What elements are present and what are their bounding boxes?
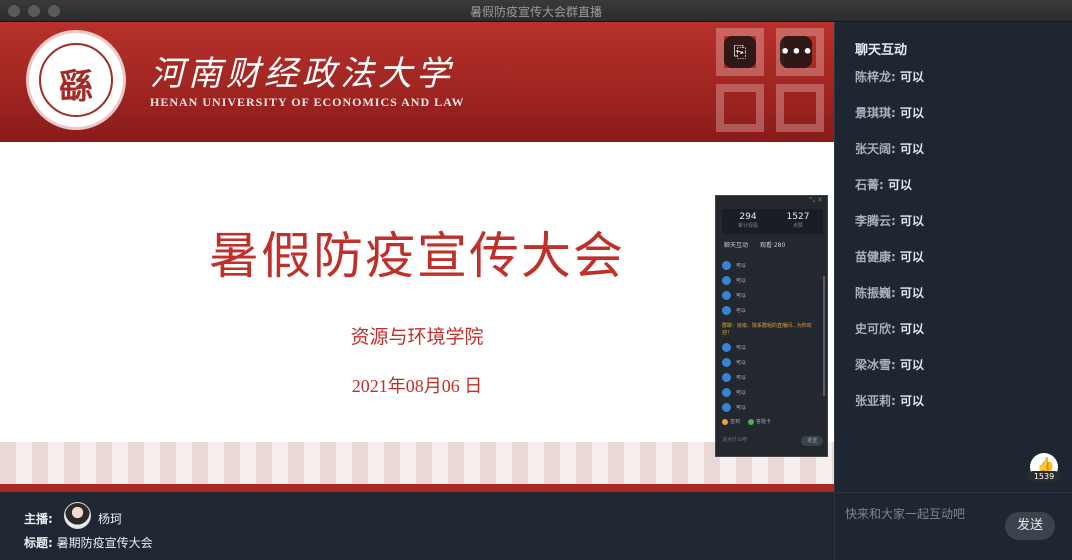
mini-chat-row: 可以 xyxy=(722,273,820,288)
mini-avatar-icon xyxy=(722,306,731,315)
chat-username: 李腾云: xyxy=(855,214,896,228)
chat-divider xyxy=(835,492,1072,493)
live-stream-window: 暑假防疫宣传大会群直播 繇 河南财经政法大学 HENAN UNIVERSITY … xyxy=(0,0,1072,560)
mini-avatar-icon xyxy=(722,373,731,382)
stream-title-value: 暑期防疫宣传大会 xyxy=(56,536,153,550)
mini-chat-row: 可以 xyxy=(722,370,820,385)
chat-panel: 聊天互动 陈梓龙: 可以 景琪琪: 可以 张天阔: 可以 石菁: 可以 李腾云:… xyxy=(834,22,1072,560)
slide-footer-stripe xyxy=(0,484,834,492)
chat-username: 景琪琪: xyxy=(855,106,896,120)
embedded-live-window-thumbnail: ⤡ ✕ 294 累计观看 1527 点赞 聊天互动 观看·280 可以 可以 可以 … xyxy=(715,195,828,457)
host-label: 主播: xyxy=(24,512,53,526)
seal-emblem: 繇 xyxy=(59,67,93,107)
more-options-icon[interactable]: ••• xyxy=(780,36,813,68)
chat-username: 陈振巍: xyxy=(855,286,896,300)
mini-avatar-icon xyxy=(722,276,731,285)
mini-chat-row: 可以 xyxy=(722,340,820,355)
mini-chat-row: 可以 xyxy=(722,303,820,318)
chat-text: 可以 xyxy=(900,394,925,408)
mini-chat-row: 可以 xyxy=(722,385,820,400)
chat-text: 可以 xyxy=(900,286,925,300)
stream-title-label: 标题: xyxy=(24,536,53,550)
mini-avatar-icon xyxy=(722,388,731,397)
title-bar: 暑假防疫宣传大会群直播 xyxy=(0,0,1072,22)
chat-header: 聊天互动 xyxy=(855,43,908,58)
slide-date: 2021年08月06 日 xyxy=(351,376,483,396)
seal-ring: 繇 xyxy=(39,43,113,117)
mini-window-controls: ⤡ ✕ xyxy=(809,196,823,204)
mini-tabs: 聊天互动 观看·280 xyxy=(724,240,795,249)
chat-text: 可以 xyxy=(900,250,925,264)
mini-tab-viewers: 观看·280 xyxy=(759,242,786,249)
chat-username: 石菁: xyxy=(855,178,884,192)
mini-avatar-icon xyxy=(722,261,731,270)
chat-username: 史可欣: xyxy=(855,322,896,336)
mini-stat-views: 294 累计观看 xyxy=(737,212,758,229)
send-button[interactable]: 发送 xyxy=(1005,512,1055,540)
slide-footer-pattern xyxy=(0,442,834,484)
chat-username: 苗健康: xyxy=(855,250,896,264)
chat-message: 石菁: 可以 xyxy=(855,176,1055,212)
chat-text: 可以 xyxy=(900,358,925,372)
mini-stats-panel: 294 累计观看 1527 点赞 xyxy=(722,209,823,234)
mini-toolbar: 签到 答题卡 xyxy=(722,418,771,425)
chat-message: 张亚莉: 可以 xyxy=(855,392,1055,428)
mini-avatar-icon xyxy=(722,343,731,352)
mini-avatar-icon xyxy=(722,403,731,412)
chat-username: 陈梓龙: xyxy=(855,70,896,84)
university-name-en: HENAN UNIVERSITY OF ECONOMICS AND LAW xyxy=(150,95,465,109)
chat-message: 史可欣: 可以 xyxy=(855,320,1055,356)
presentation-slide: 繇 河南财经政法大学 HENAN UNIVERSITY OF ECONOMICS… xyxy=(0,22,834,492)
chat-username: 梁冰雪: xyxy=(855,358,896,372)
slide-title: 暑假防疫宣传大会 xyxy=(209,227,625,285)
chat-message: 李腾云: 可以 xyxy=(855,212,1055,248)
mini-chat-row: 可以 xyxy=(722,355,820,370)
mini-tab-chat: 聊天互动 xyxy=(724,242,749,249)
host-avatar[interactable] xyxy=(64,502,91,529)
chat-text: 可以 xyxy=(900,322,925,336)
university-name-cn: 河南财经政法大学 xyxy=(150,54,454,94)
checkin-icon xyxy=(722,418,728,425)
chat-username: 张亚莉: xyxy=(855,394,896,408)
window-title: 暑假防疫宣传大会群直播 xyxy=(469,5,602,19)
mini-notice-row: 群聊：班级、院系群组的直播间...为你欢迎！ xyxy=(722,323,812,336)
chat-message: 张天阔: 可以 xyxy=(855,140,1055,176)
chat-text: 可以 xyxy=(900,142,925,156)
mini-send-button: 发送 xyxy=(801,436,823,446)
mini-chat-list: 可以 可以 可以 可以 群聊：班级、院系群组的直播间...为你欢迎！ 可以 可以… xyxy=(722,258,820,415)
chat-message: 景琪琪: 可以 xyxy=(855,104,1055,140)
chat-text: 可以 xyxy=(900,70,925,84)
mini-scrollbar xyxy=(823,276,825,396)
quiz-icon xyxy=(748,418,755,425)
chat-input[interactable] xyxy=(845,504,1005,524)
chat-message: 梁冰雪: 可以 xyxy=(855,356,1055,392)
stream-title-row: 标题: 暑期防疫宣传大会 xyxy=(24,534,153,551)
chat-message: 苗健康: 可以 xyxy=(855,248,1055,284)
chat-message-list[interactable]: 陈梓龙: 可以 景琪琪: 可以 张天阔: 可以 石菁: 可以 李腾云: 可以 苗… xyxy=(855,68,1055,428)
mini-chat-input: 说点什么吧 xyxy=(722,437,748,443)
chat-message: 陈梓龙: 可以 xyxy=(855,68,1055,104)
university-seal-logo: 繇 xyxy=(26,30,126,130)
mini-avatar-icon xyxy=(722,291,731,300)
slide-subtitle: 资源与环境学院 xyxy=(350,326,484,348)
chat-text: 可以 xyxy=(900,106,925,120)
mini-stat-likes: 1527 点赞 xyxy=(786,212,810,229)
chat-text: 可以 xyxy=(888,178,913,192)
mini-avatar-icon xyxy=(722,358,731,367)
host-name: 杨珂 xyxy=(98,512,123,526)
mini-chat-row: 可以 xyxy=(722,258,820,273)
like-count-badge: 1539 xyxy=(1028,471,1060,482)
chat-username: 张天阔: xyxy=(855,142,896,156)
mini-chat-row: 可以 xyxy=(722,288,820,303)
chat-text: 可以 xyxy=(900,214,925,228)
slide-banner: 繇 河南财经政法大学 HENAN UNIVERSITY OF ECONOMICS… xyxy=(0,22,834,142)
host-info-bar: 主播: 杨珂 标题: 暑期防疫宣传大会 xyxy=(0,492,834,560)
mini-chat-row: 可以 xyxy=(722,400,820,415)
chat-message: 陈振巍: 可以 xyxy=(855,284,1055,320)
share-icon[interactable]: ⎘ xyxy=(724,36,756,68)
